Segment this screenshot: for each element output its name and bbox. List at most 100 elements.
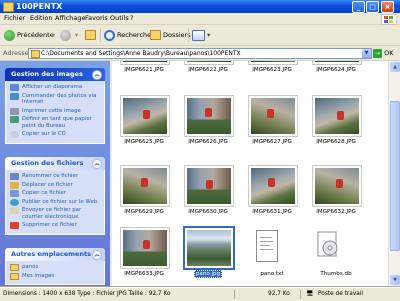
file-name: pano.jpg (176, 270, 240, 278)
address-dropdown-button[interactable]: ▼ (362, 49, 371, 58)
task-print-image[interactable]: Imprimer cette image (10, 107, 101, 115)
selected-file-name: pano.jpg (193, 270, 223, 278)
file-name: IMGP6632.JPG (316, 209, 356, 215)
computer-icon: 🖥 (306, 291, 314, 297)
other-places-body: panos Mes images (5, 261, 105, 285)
file-name: IMGP6627.JPG (252, 139, 292, 145)
back-dropdown-button[interactable]: ▾ (52, 28, 55, 42)
task-copy-cd[interactable]: Copier sur le CD (10, 131, 101, 138)
folder-icon (10, 264, 19, 271)
forward-button[interactable] (60, 28, 73, 42)
status-divider (234, 290, 235, 299)
image-tasks-body: Afficher un diaporama Commander des phot… (5, 81, 105, 144)
search-button[interactable]: Rechercher (104, 28, 154, 42)
file-tasks-header[interactable]: Gestion des fichiers ︽ (5, 157, 105, 170)
go-label: OK (384, 49, 394, 57)
up-folder-icon (85, 30, 96, 40)
task-delete[interactable]: Supprimer ce fichier (10, 222, 101, 229)
image-tasks-header[interactable]: Gestion des images ︽ (5, 68, 105, 81)
file-name: Thumbs.db (320, 271, 352, 277)
minimize-button[interactable]: _ (352, 1, 365, 13)
file-item[interactable]: IMGP6625.JPG (112, 95, 176, 157)
status-info: Dimensions : 1400 x 638 Type : Fichier J… (3, 291, 171, 297)
file-item[interactable]: IMGP6621.JPG (112, 61, 176, 85)
task-rename[interactable]: Renommer ce fichier (10, 173, 101, 180)
address-bar: Adresse C:\Documents and Settings\Anne B… (0, 46, 400, 61)
forward-dropdown-button[interactable]: ▾ (75, 28, 78, 42)
file-item[interactable]: IMGP6628.JPG (304, 95, 368, 157)
up-folder-button[interactable] (85, 28, 98, 42)
printer-icon (10, 107, 19, 115)
collapse-chevron-icon[interactable]: ︽ (92, 250, 102, 260)
image-tasks-panel: Gestion des images ︽ Afficher un diapora… (5, 68, 105, 144)
menu-edit[interactable]: Edition (30, 14, 53, 23)
task-publish-web[interactable]: Publier ce fichier sur le Web (10, 198, 101, 206)
go-button[interactable]: → OK (373, 48, 393, 58)
file-name: IMGP6622.JPG (188, 67, 228, 73)
file-item[interactable]: IMGP6627.JPG (240, 95, 304, 157)
other-places-header[interactable]: Autres emplacements ︽ (5, 248, 105, 261)
delete-icon (10, 222, 19, 229)
file-name: IMGP6623.JPG (252, 67, 292, 73)
file-item[interactable]: IMGP6624.JPG (304, 61, 368, 85)
file-item[interactable]: IMGP6629.JPG (112, 165, 176, 227)
maximize-button[interactable]: □ (366, 1, 379, 13)
vertical-scrollbar[interactable]: ▲ ▼ (388, 61, 400, 287)
back-button[interactable]: Précédente (4, 28, 54, 42)
place-my-pictures[interactable]: Mes images (10, 272, 101, 280)
search-label: Rechercher (117, 31, 154, 39)
file-name: IMGP6625.JPG (124, 139, 164, 145)
task-email[interactable]: Envoyer ce fichier par courrier électron… (10, 207, 101, 220)
address-field[interactable]: C:\Documents and Settings\Anne Baudry\Bu… (28, 48, 372, 59)
scroll-up-button[interactable]: ▲ (390, 62, 400, 72)
task-rename-label: Renommer ce fichier (22, 173, 79, 179)
window-title: 100PENTX (16, 2, 63, 11)
task-copy[interactable]: Copier ce fichier (10, 190, 101, 197)
scroll-thumb[interactable] (390, 101, 400, 251)
file-thumbnail (312, 165, 362, 207)
views-button[interactable]: ▾ (192, 28, 210, 42)
file-name: IMGP6633.JPG (124, 271, 164, 277)
file-item[interactable]: IMGP6631.JPG (240, 165, 304, 227)
file-item[interactable]: IMGP6630.JPG (176, 165, 240, 227)
collapse-chevron-icon[interactable]: ︽ (92, 159, 102, 169)
task-set-wallpaper-label: Définir en tant que papier peint du Bure… (22, 116, 92, 129)
menu-help[interactable]: ? (130, 14, 133, 23)
place-panos[interactable]: panos (10, 264, 101, 271)
slideshow-icon (10, 84, 19, 91)
folders-icon (150, 30, 161, 40)
text-file-icon (256, 230, 278, 262)
pictures-folder-icon (10, 272, 19, 280)
status-bar: Dimensions : 1400 x 638 Type : Fichier J… (0, 287, 400, 301)
close-button[interactable]: × (381, 1, 394, 13)
envelope-icon (10, 207, 19, 214)
collapse-chevron-icon[interactable]: ︽ (92, 70, 102, 80)
menu-tools[interactable]: Outils (110, 14, 129, 23)
rename-icon (10, 173, 19, 180)
file-item[interactable]: IMGP6623.JPG (240, 61, 304, 85)
task-move[interactable]: Déplacer ce fichier (10, 181, 101, 189)
title-bar[interactable]: 100PENTX _ □ × (0, 0, 400, 13)
menu-favorites[interactable]: Favoris (85, 14, 108, 23)
task-order-prints[interactable]: Commander des photos via Internet (10, 92, 101, 106)
menu-file[interactable]: Fichier (4, 14, 25, 23)
task-slideshow[interactable]: Afficher un diaporama (10, 84, 101, 91)
file-item-selected[interactable]: pano.jpg (176, 227, 240, 287)
file-item[interactable]: IMGP6633.JPG (112, 227, 176, 287)
back-label: Précédente (17, 31, 54, 39)
file-item[interactable]: pano.txt (240, 227, 304, 287)
file-item[interactable]: IMGP6622.JPG (176, 61, 240, 85)
menu-view[interactable]: Affichage (55, 14, 86, 23)
windows-logo-icon (381, 14, 397, 25)
file-thumbnail (312, 95, 362, 137)
file-item[interactable]: IMGP6632.JPG (304, 165, 368, 227)
file-item[interactable]: IMGP6626.JPG (176, 95, 240, 157)
file-name: IMGP6628.JPG (316, 139, 356, 145)
scroll-down-button[interactable]: ▼ (390, 275, 400, 285)
folders-button[interactable]: Dossiers (150, 28, 191, 42)
file-item[interactable]: Thumbs.db (304, 227, 368, 287)
file-view: IMGP6621.JPG IMGP6622.JPG IMGP6623.JPG I… (112, 61, 388, 287)
toolbar-separator (100, 28, 101, 42)
task-set-wallpaper[interactable]: Définir en tant que papier peint du Bure… (10, 116, 101, 129)
folder-icon (3, 2, 14, 12)
